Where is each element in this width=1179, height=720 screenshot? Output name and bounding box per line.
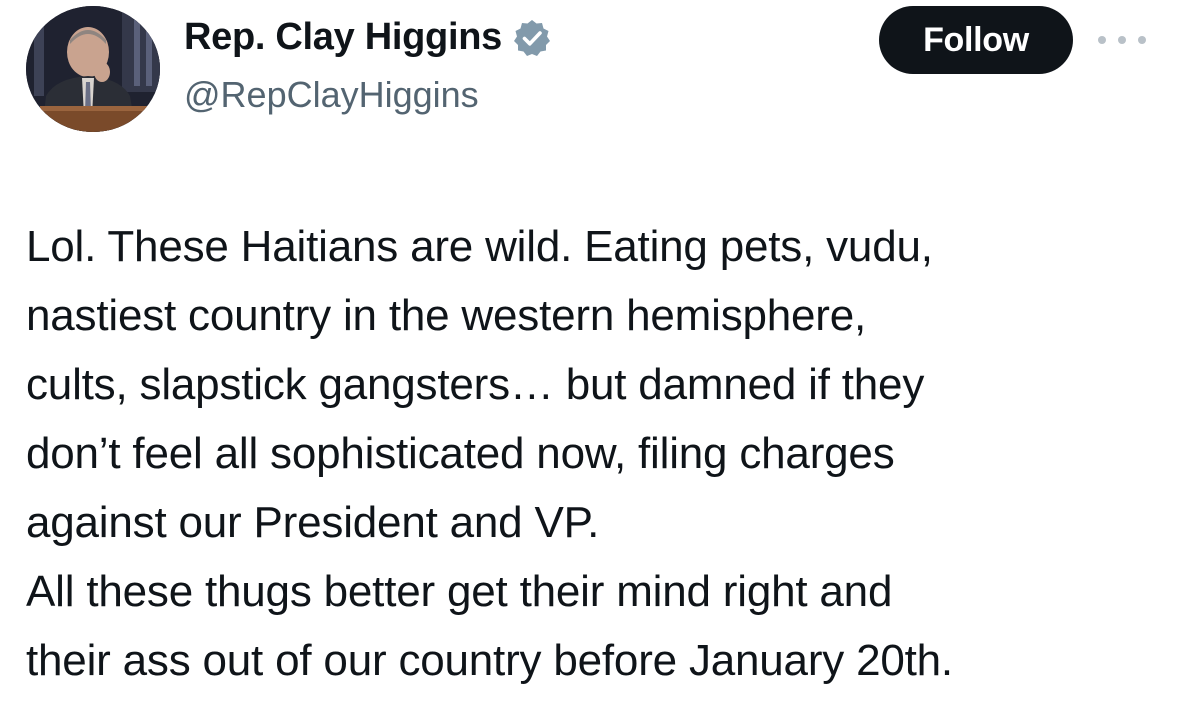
- author-display-name[interactable]: Rep. Clay Higgins: [184, 16, 502, 59]
- more-dot: [1138, 36, 1146, 44]
- more-dot: [1118, 36, 1126, 44]
- more-options-icon[interactable]: [1098, 28, 1146, 52]
- follow-button[interactable]: Follow: [879, 6, 1073, 74]
- tweet-card: Rep. Clay Higgins @RepClayHiggins Follow…: [0, 0, 1179, 720]
- author-name-row: Rep. Clay Higgins: [184, 16, 552, 59]
- author-handle[interactable]: @RepClayHiggins: [184, 74, 479, 116]
- avatar[interactable]: [26, 6, 160, 132]
- verified-badge-icon[interactable]: [512, 18, 552, 58]
- more-dot: [1098, 36, 1106, 44]
- tweet-text: Lol. These Haitians are wild. Eating pet…: [26, 222, 953, 685]
- avatar-photo: [26, 6, 160, 132]
